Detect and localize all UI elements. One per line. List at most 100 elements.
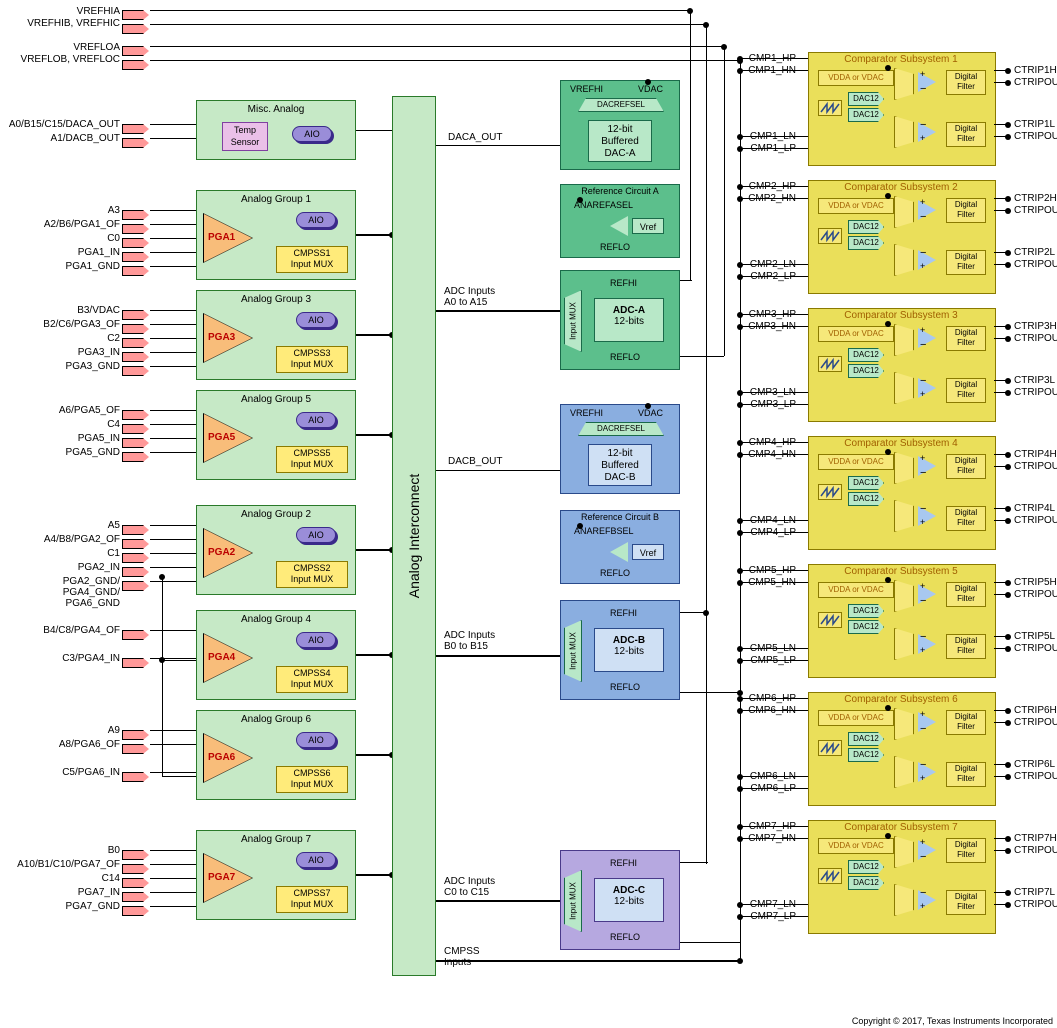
pin-flag [128, 658, 148, 668]
wire [798, 264, 808, 265]
cmpss-mux: CMPSS5Input MUX [276, 446, 348, 473]
wire [150, 338, 196, 339]
dac-b-body: 12-bitBufferedDAC-B [588, 444, 652, 486]
cmp-dac12-l: DAC12 [848, 108, 884, 122]
cmp-out-ol2: CTRIPOUT1L [1014, 131, 1057, 142]
aio-pill: AIO [296, 632, 336, 648]
pin-label: A9 [0, 725, 120, 736]
wire [740, 148, 798, 149]
wire [150, 658, 196, 659]
wire [680, 862, 708, 863]
dot [885, 449, 891, 455]
cmp-out-ol1: CTRIP7L [1014, 887, 1055, 898]
dot [1005, 464, 1011, 470]
wire [150, 892, 196, 893]
ref-a-reflo: REFLO [600, 242, 630, 252]
pin-vrefhia [128, 10, 148, 20]
wire [150, 324, 196, 325]
dot [737, 786, 743, 792]
minus-icon: − [920, 339, 926, 351]
ref-b-vref: Vref [632, 544, 664, 560]
pin-label: C4 [0, 419, 120, 430]
wire [162, 660, 196, 661]
dot [737, 262, 743, 268]
cmp-out-ol2: CTRIPOUT5L [1014, 643, 1057, 654]
wire [150, 630, 196, 631]
wire [740, 776, 798, 777]
wire [150, 266, 196, 267]
minus-icon: − [920, 595, 926, 607]
dot [737, 914, 743, 920]
pin-label: A10/B1/C10/PGA7_OF [0, 859, 120, 870]
pin-flag [128, 553, 148, 563]
wire [690, 10, 691, 280]
wire [740, 326, 798, 327]
plus-icon: + [920, 197, 925, 207]
dot [1005, 134, 1011, 140]
pin-label: C2 [0, 333, 120, 344]
ref-b-reflo: REFLO [600, 568, 630, 578]
dot [1005, 506, 1011, 512]
cmp-filter-h: DigitalFilter [946, 582, 986, 607]
dot [1005, 452, 1011, 458]
dot [737, 324, 743, 330]
dot [1005, 390, 1011, 396]
pin-flag [128, 906, 148, 916]
wire [356, 754, 392, 756]
cmp-filter-h: DigitalFilter [946, 710, 986, 735]
pin-label: B3/VDAC [0, 305, 120, 316]
wire [740, 404, 798, 405]
cmp-filter-l: DigitalFilter [946, 122, 986, 147]
wire [798, 314, 808, 315]
wire [798, 838, 808, 839]
aio-pill: AIO [296, 852, 336, 868]
cmp-filter-h: DigitalFilter [946, 838, 986, 863]
pin-flag [128, 238, 148, 248]
dot [737, 774, 743, 780]
cmp-out-ol1: CTRIP3L [1014, 375, 1055, 386]
wire [150, 906, 196, 907]
pin-flag [128, 892, 148, 902]
dot [737, 68, 743, 74]
pin-flag [128, 424, 148, 434]
dot [737, 312, 743, 318]
cmp-title: Comparator Subsystem 3 [808, 310, 994, 321]
dot [737, 274, 743, 280]
wire [150, 366, 196, 367]
pin-label: PGA2_IN [0, 562, 120, 573]
cmp-filter-l: DigitalFilter [946, 634, 986, 659]
pin-flag [128, 772, 148, 782]
wire [356, 654, 392, 656]
dac-a-selmux: DACREFSEL [578, 98, 664, 112]
dot [737, 390, 743, 396]
cmp-vdda-mux: VDDA or VDAC [818, 454, 894, 470]
minus-icon: − [920, 851, 926, 863]
dot [1005, 720, 1011, 726]
dot [1005, 250, 1011, 256]
plus-icon: + [920, 453, 925, 463]
pin-flag [128, 630, 148, 640]
cmp-title: Comparator Subsystem 6 [808, 694, 994, 705]
cmpss-mux: CMPSS3Input MUX [276, 346, 348, 373]
pin-flag [128, 438, 148, 448]
dot [737, 646, 743, 652]
wire [150, 252, 196, 253]
dot [737, 402, 743, 408]
wire [740, 570, 798, 571]
pin-label: PGA3_IN [0, 347, 120, 358]
analog-group-title: Analog Group 5 [196, 392, 356, 405]
ref-b-sel: ANAREFBSEL [574, 526, 634, 536]
wire [740, 532, 798, 533]
wire [680, 692, 740, 693]
dot [645, 403, 651, 409]
dot [737, 440, 743, 446]
dot [885, 321, 891, 327]
dot [1005, 634, 1011, 640]
cmp-out-oh1: CTRIP6H [1014, 705, 1057, 716]
minus-icon: − [920, 247, 926, 259]
dac-b-selmux: DACREFSEL [578, 422, 664, 436]
wire [150, 410, 196, 411]
lbl-daca-out: DACA_OUT [448, 132, 502, 143]
wire [740, 276, 798, 277]
pin-label: PGA5_IN [0, 433, 120, 444]
